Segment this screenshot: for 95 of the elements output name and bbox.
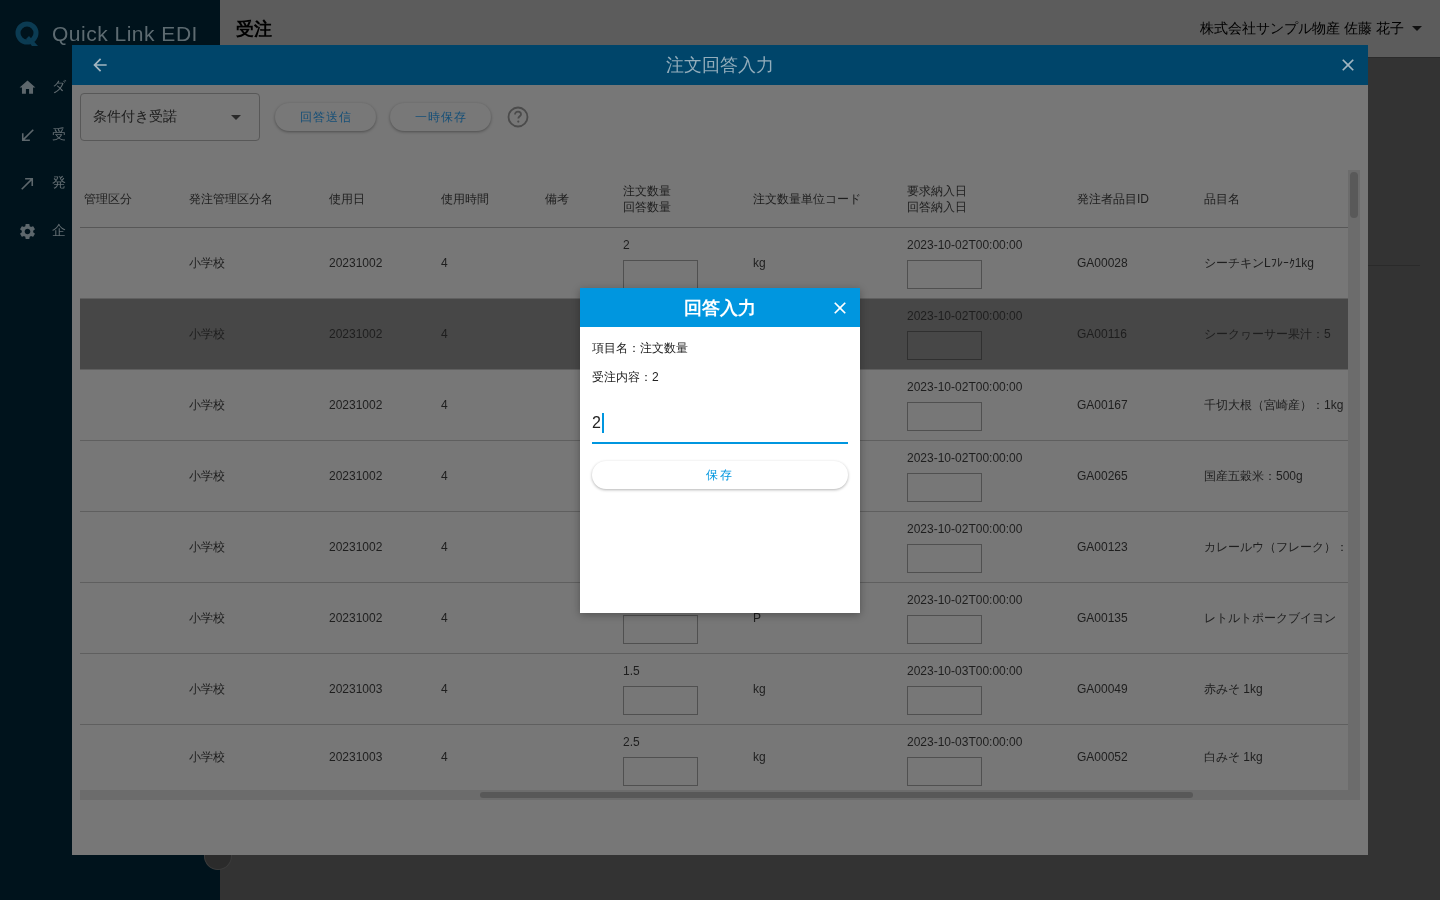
table-cell: 小学校 (189, 540, 225, 554)
column-header[interactable]: 発注管理区分名 (189, 190, 329, 207)
table-cell: 4 (441, 469, 448, 483)
sidebar-item[interactable]: 企 (15, 207, 66, 255)
table-cell: GA00123 (1077, 540, 1128, 554)
table-cell: 4 (441, 682, 448, 696)
table-cell: P (753, 611, 761, 625)
table-cell: 4 (441, 256, 448, 270)
caret-icon (231, 114, 241, 120)
input-field[interactable] (907, 615, 982, 644)
sidebar-item[interactable]: 受 (15, 111, 66, 159)
input-field[interactable] (623, 757, 698, 786)
column-header[interactable]: 品目名 (1204, 190, 1348, 207)
table-cell: 4 (441, 611, 448, 625)
column-header[interactable]: 使用日 (329, 190, 441, 207)
input-field[interactable]: 2 (592, 404, 848, 444)
table-cell: 20231002 (329, 540, 383, 554)
table-cell: 4 (441, 398, 448, 412)
table-cell: 20231002 (329, 469, 383, 483)
table-cell: 小学校 (189, 750, 225, 764)
column-header[interactable]: 発注者品目ID (1077, 190, 1204, 207)
column-header[interactable]: 注文数量 回答数量 (623, 182, 753, 215)
home-icon (18, 77, 37, 97)
help-icon[interactable] (507, 106, 529, 128)
table-cell: GA00265 (1077, 469, 1128, 483)
table-cell: カレールウ（フレーク）： (1204, 540, 1348, 554)
sidebar-item[interactable]: 発 (15, 159, 66, 207)
vertical-scrollbar[interactable] (1348, 170, 1360, 790)
table-cell: 2023-10-02T00:00:00 (907, 238, 1023, 252)
table-cell: kg (753, 750, 766, 764)
sidebar-item[interactable]: ダ (15, 63, 66, 111)
table-cell: GA00028 (1077, 256, 1128, 270)
table-cell: 2023-10-02T00:00:00 (907, 451, 1023, 465)
toolbar-button[interactable]: 一時保存 (390, 103, 491, 131)
table-cell: 1.5 (623, 664, 640, 678)
table-cell: 小学校 (189, 682, 225, 696)
table-cell: kg (753, 256, 766, 270)
gear-icon (18, 221, 37, 241)
caret-icon (1412, 26, 1422, 31)
input-field[interactable] (907, 402, 982, 431)
toolbar-button[interactable]: 回答送信 (275, 103, 376, 131)
page-title: 受注 (236, 17, 272, 41)
table-cell: 小学校 (189, 398, 225, 412)
table-cell: シーチキンLﾌﾚｰｸ1kg (1204, 256, 1315, 270)
input-field[interactable] (623, 686, 698, 715)
table-cell: 20231003 (329, 682, 383, 696)
column-header[interactable]: 使用時間 (441, 190, 545, 207)
table-row[interactable]: 小学校 20231003 4 1.5 kg 2023-10-03T00:00:00 GA00049 赤みそ 1kg (80, 654, 1348, 725)
input-field[interactable] (623, 615, 698, 644)
table-cell: 20231002 (329, 256, 383, 270)
table-row[interactable]: 小学校 20231003 4 2.5 kg 2023-10-03T00:00:00 GA00052 白みそ 1kg (80, 725, 1348, 789)
save-button[interactable]: 保存 (592, 461, 848, 489)
table-cell: 20231002 (329, 398, 383, 412)
input-field[interactable] (907, 473, 982, 502)
column-header[interactable]: 備考 (545, 190, 623, 207)
answer-type-select[interactable]: 条件付き受諾 (80, 93, 260, 141)
table-cell: 白みそ 1kg (1204, 750, 1263, 764)
column-header[interactable]: 注文数量単位コード (753, 190, 907, 207)
table-cell: レトルトポークブイヨン (1204, 611, 1336, 625)
table-cell: 2 (623, 238, 630, 252)
logo-icon (15, 20, 41, 47)
table-cell: 4 (441, 750, 448, 764)
table-cell: GA00049 (1077, 682, 1128, 696)
table-cell: GA00052 (1077, 750, 1128, 764)
table-cell: 2023-10-03T00:00:00 (907, 664, 1023, 678)
table-cell: 千切大根（宮崎産）：1kg (1204, 398, 1344, 412)
table-cell: 2023-10-03T00:00:00 (907, 735, 1023, 749)
table-cell: 小学校 (189, 469, 225, 483)
input-field[interactable] (907, 260, 982, 289)
logo-text: Quick Link EDI (52, 21, 198, 46)
order-content-text: 受注内容：2 (592, 369, 660, 386)
table-cell: GA00135 (1077, 611, 1128, 625)
table-cell: 2023-10-02T00:00:00 (907, 522, 1023, 536)
horizontal-scrollbar[interactable] (80, 790, 1360, 800)
column-header[interactable]: 要求納入日 回答納入日 (907, 182, 1077, 215)
table-cell: 20231002 (329, 611, 383, 625)
table-cell: 国産五穀米：500g (1204, 469, 1303, 483)
table-cell: 2023-10-02T00:00:00 (907, 380, 1023, 394)
item-name-text: 項目名：注文数量 (592, 340, 689, 357)
table-cell: GA00167 (1077, 398, 1128, 412)
table-cell: 赤みそ 1kg (1204, 682, 1263, 696)
dialog-title: 回答入力 (683, 296, 757, 320)
table-cell: kg (753, 682, 766, 696)
table-cell: 小学校 (189, 256, 225, 270)
column-header[interactable]: 管理区分 (80, 190, 189, 207)
table-cell: 2.5 (623, 735, 640, 749)
table-cell: 小学校 (189, 611, 225, 625)
table-cell: 20231003 (329, 750, 383, 764)
modal-title: 注文回答入力 (665, 54, 775, 77)
account-name[interactable]: 株式会社サンプル物産 佐藤 花子 (1200, 19, 1404, 38)
table-cell: 2023-10-02T00:00:00 (907, 593, 1023, 607)
input-field[interactable] (907, 544, 982, 573)
input-field[interactable] (907, 686, 982, 715)
input-field[interactable] (907, 757, 982, 786)
table-cell: 4 (441, 540, 448, 554)
